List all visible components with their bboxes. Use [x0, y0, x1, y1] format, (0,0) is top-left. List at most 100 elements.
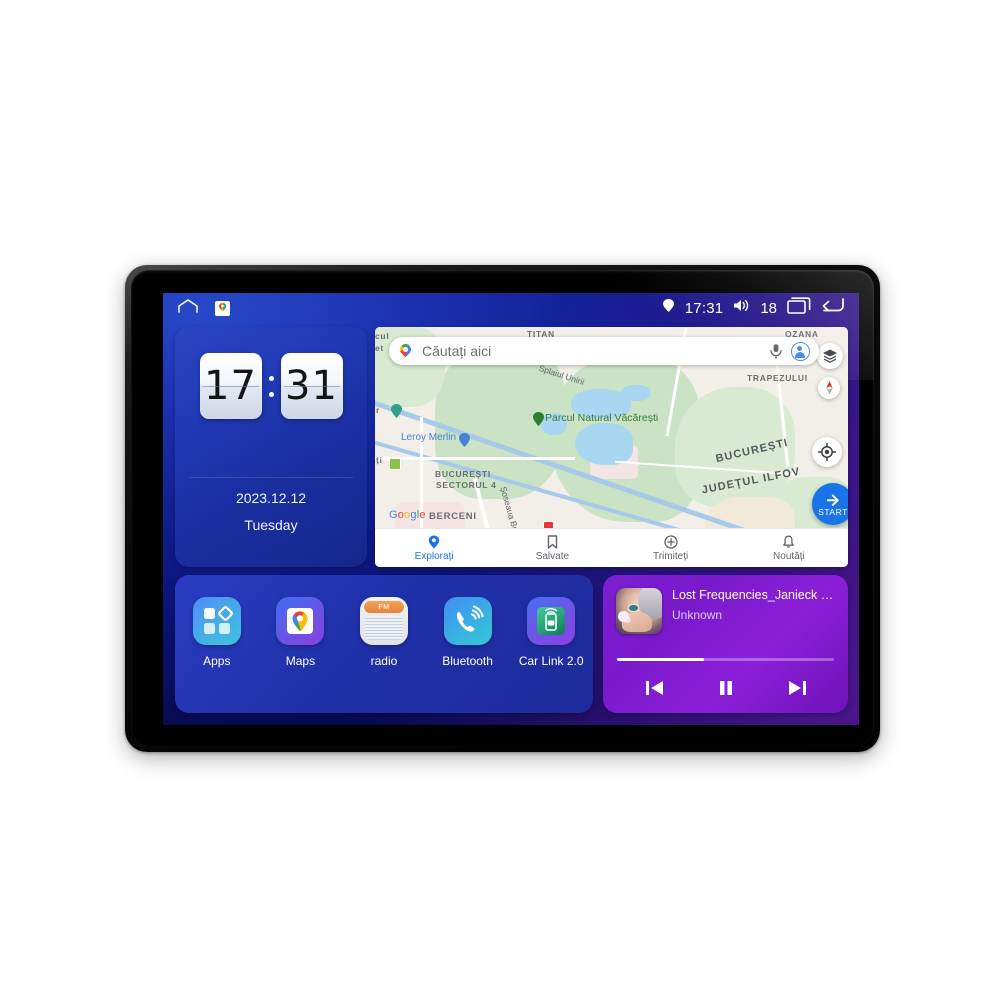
google-maps-pin-icon — [398, 343, 414, 359]
map-marker-park[interactable] — [533, 412, 544, 426]
my-location-icon — [818, 443, 836, 461]
app-item-apps[interactable]: Apps — [182, 597, 252, 668]
bell-icon — [783, 535, 795, 548]
android-home-screen[interactable]: 17:31 18 17 31 2023.12.12 Tuesday TITAN … — [163, 293, 859, 725]
app-item-bluetooth[interactable]: Bluetooth — [433, 597, 503, 668]
google-attribution: Google — [389, 509, 426, 521]
clock-divider — [189, 477, 353, 478]
track-artist: Unknown — [672, 608, 723, 622]
car-head-unit-device: 17:31 18 17 31 2023.12.12 Tuesday TITAN … — [125, 265, 880, 752]
map-label: BUCUREȘTI — [435, 469, 491, 479]
account-avatar-icon[interactable] — [791, 341, 810, 361]
map-nav-saved[interactable]: Salvate — [493, 534, 611, 562]
compass-icon — [825, 381, 833, 395]
start-label: START — [818, 506, 848, 517]
map-compass-button[interactable] — [818, 377, 840, 399]
map-label: et — [375, 343, 384, 353]
map-marker[interactable] — [391, 404, 402, 418]
music-header: Lost Frequencies_Janieck Devy-... Unknow… — [603, 575, 848, 634]
back-arrow-icon[interactable] — [821, 297, 845, 319]
map-road — [375, 457, 575, 460]
clock-widget[interactable]: 17 31 2023.12.12 Tuesday — [175, 327, 367, 567]
map-water — [621, 385, 651, 401]
car-link-icon — [527, 597, 576, 645]
map-nav-label: Salvate — [535, 550, 570, 562]
clock-colon — [268, 375, 274, 397]
app-label: Bluetooth — [442, 654, 493, 668]
google-maps-widget[interactable]: TITAN OZANA TRAPEZULUI Splaiul Unirii Un… — [375, 327, 848, 567]
home-icon[interactable] — [177, 298, 199, 319]
contribute-plus-icon — [663, 534, 678, 549]
bookmark-icon — [547, 534, 558, 549]
status-bar-right: 17:31 18 — [662, 297, 845, 319]
map-start-navigation-button[interactable]: START — [812, 483, 848, 525]
map-layers-icon — [823, 349, 837, 363]
clock-weekday: Tuesday — [244, 517, 298, 533]
map-label: BERCENI — [429, 511, 477, 522]
recent-apps-icon[interactable] — [787, 297, 811, 319]
map-nav-label: Explorați — [414, 550, 454, 562]
radio-band-badge: FM — [378, 603, 390, 611]
google-maps-icon[interactable] — [215, 300, 230, 316]
play-pause-button[interactable] — [713, 675, 739, 701]
track-title: Lost Frequencies_Janieck Devy-... — [672, 588, 834, 602]
microphone-icon[interactable] — [767, 342, 785, 360]
map-nav-contribute[interactable]: Trimiteți — [612, 534, 730, 562]
clock-minutes: 31 — [280, 353, 343, 419]
map-label: r — [376, 405, 381, 415]
map-label: cul — [375, 331, 390, 341]
my-location-button[interactable] — [812, 437, 842, 467]
map-place-label: Parcul Natural Văcărești — [545, 412, 659, 424]
google-maps-icon — [276, 597, 325, 645]
previous-track-icon — [645, 681, 663, 695]
location-pin-icon — [662, 298, 675, 318]
volume-level: 18 — [760, 299, 777, 317]
next-track-icon — [788, 681, 806, 695]
map-layers-button[interactable] — [817, 343, 843, 369]
navigation-arrow-icon — [827, 493, 839, 506]
map-nav-updates[interactable]: Noutăți — [730, 535, 848, 562]
music-metadata: Lost Frequencies_Janieck Devy-... Unknow… — [672, 588, 834, 622]
app-label: radio — [370, 654, 398, 668]
fm-radio-icon: FM — [359, 597, 408, 645]
pause-icon — [719, 681, 732, 695]
playback-progress-bar[interactable] — [617, 658, 834, 661]
album-art-detail — [618, 611, 629, 622]
device-bezel: 17:31 18 17 31 2023.12.12 Tuesday TITAN … — [131, 270, 874, 746]
location-pin-icon — [428, 535, 440, 548]
map-place-label: Leroy Merlin — [401, 432, 457, 443]
music-player-widget[interactable]: Lost Frequencies_Janieck Devy-... Unknow… — [603, 575, 848, 713]
app-label: Maps — [285, 654, 316, 668]
map-search-input[interactable]: Căutați aici — [422, 343, 763, 359]
map-marker-store[interactable] — [459, 433, 470, 447]
bluetooth-phone-icon — [443, 597, 492, 645]
apps-grid-icon — [192, 597, 241, 645]
app-label: Car Link 2.0 — [518, 654, 584, 668]
map-label: TRAPEZULUI — [747, 373, 808, 383]
volume-icon[interactable] — [733, 298, 750, 318]
map-label: ți — [376, 455, 383, 465]
app-label: Apps — [203, 654, 231, 668]
album-art-detail — [629, 605, 638, 611]
status-time: 17:31 — [684, 299, 724, 317]
next-track-button[interactable] — [784, 675, 810, 701]
status-bar: 17:31 18 — [163, 293, 859, 323]
app-dock: Apps Maps FM radio Bluetooth Car Link 2.… — [175, 575, 593, 713]
map-poi-icon — [389, 458, 401, 470]
status-bar-left — [177, 298, 230, 319]
map-search-bar[interactable]: Căutați aici — [389, 337, 819, 365]
app-item-radio[interactable]: FM radio — [349, 597, 419, 668]
clock-date: 2023.12.12 — [235, 490, 307, 506]
previous-track-button[interactable] — [642, 675, 668, 701]
playback-progress-fill — [617, 658, 704, 661]
app-item-car-link[interactable]: Car Link 2.0 — [516, 597, 586, 668]
album-art — [616, 588, 662, 634]
map-water — [575, 423, 633, 465]
map-nav-label: Trimiteți — [653, 550, 689, 562]
music-controls — [603, 675, 848, 701]
map-bottom-nav: Explorați Salvate Trimiteți Noutăți — [375, 528, 848, 567]
app-item-maps[interactable]: Maps — [265, 597, 335, 668]
map-nav-explore[interactable]: Explorați — [375, 535, 493, 562]
flip-clock: 17 31 — [175, 353, 367, 419]
map-label: SECTORUL 4 — [436, 480, 497, 490]
